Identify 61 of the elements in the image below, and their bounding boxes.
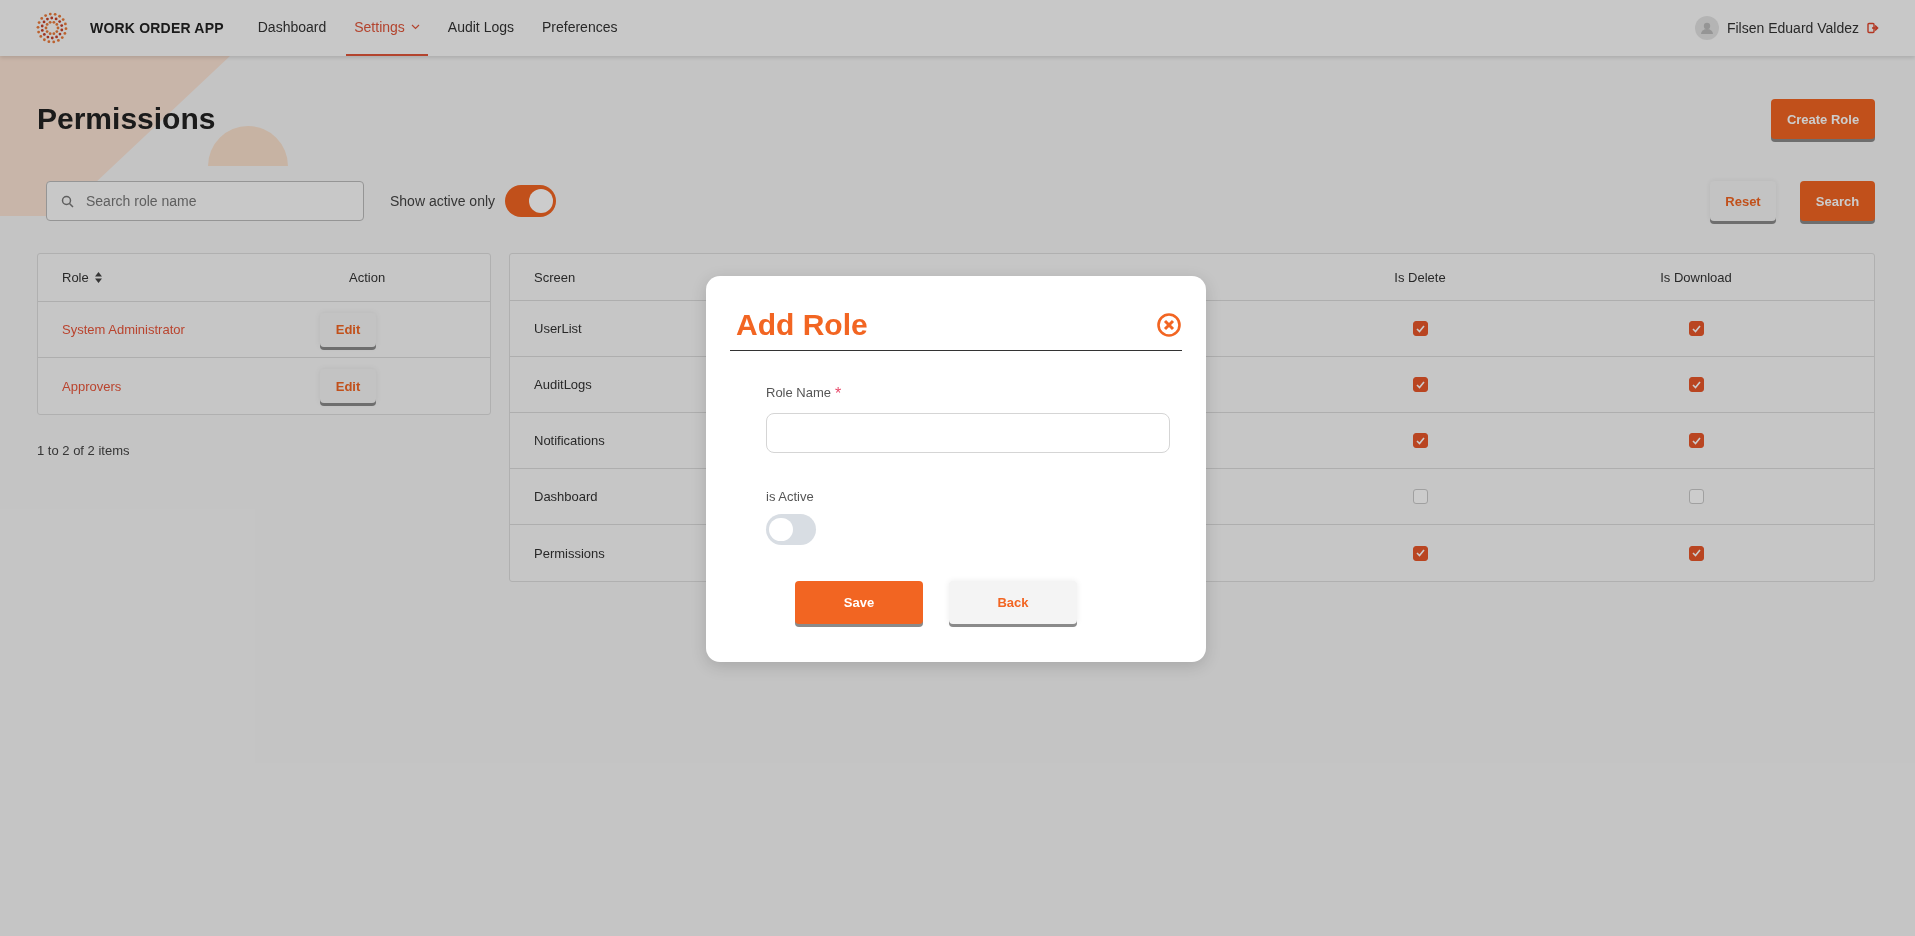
- table-cell: Notifications: [534, 433, 605, 448]
- nav-tab[interactable]: Settings: [346, 0, 428, 56]
- checkbox[interactable]: [1412, 321, 1428, 336]
- column-header: Is Download: [1659, 269, 1733, 285]
- search-input[interactable]: Search role name: [84, 192, 349, 210]
- field-label: is Active: [766, 489, 815, 504]
- user-name: Filsen Eduard Valdez: [1726, 20, 1859, 36]
- check-icon: [1415, 324, 1425, 333]
- column-header[interactable]: Role: [38, 270, 325, 285]
- search-icon: [61, 194, 74, 208]
- close-button[interactable]: [1156, 312, 1182, 338]
- role-link[interactable]: Approvers: [62, 378, 122, 394]
- required-mark: *: [835, 385, 842, 403]
- reset-button[interactable]: Reset: [1710, 181, 1776, 221]
- app-title: WORK ORDER APP: [90, 20, 224, 36]
- field-label: Role Name: [766, 385, 832, 402]
- pagination-summary: 1 to 2 of 2 items: [37, 443, 131, 458]
- checkbox[interactable]: [1688, 321, 1704, 336]
- logout-icon[interactable]: [1867, 22, 1879, 34]
- checkbox[interactable]: [1688, 489, 1704, 504]
- check-icon: [1691, 436, 1701, 445]
- table-cell: UserList: [534, 321, 582, 336]
- role-name-input[interactable]: [766, 413, 1170, 453]
- create-role-button[interactable]: Create Role: [1771, 99, 1875, 139]
- toggle-label: Show active only: [390, 193, 496, 209]
- role-link[interactable]: System Administrator: [62, 322, 185, 337]
- checkbox[interactable]: [1688, 545, 1704, 561]
- search-field[interactable]: Search role name: [46, 181, 364, 221]
- avatar-icon[interactable]: [1694, 16, 1719, 40]
- active-toggle[interactable]: [505, 185, 557, 217]
- logo-icon: [36, 12, 68, 44]
- checkbox[interactable]: [1412, 433, 1428, 448]
- edit-button[interactable]: Edit: [320, 312, 376, 347]
- save-button[interactable]: Save: [795, 581, 923, 624]
- edit-button[interactable]: Edit: [320, 369, 376, 403]
- dialog-title: Add Role: [736, 308, 868, 342]
- check-icon: [1691, 549, 1701, 557]
- checkbox[interactable]: [1412, 377, 1428, 392]
- search-button[interactable]: Search: [1800, 181, 1875, 221]
- back-button[interactable]: Back: [949, 581, 1077, 624]
- sort-icon: [94, 272, 102, 283]
- column-header: Screen: [533, 269, 577, 285]
- checkbox[interactable]: [1412, 545, 1428, 561]
- check-icon: [1691, 324, 1701, 333]
- check-icon: [1415, 380, 1425, 389]
- nav-tab[interactable]: Preferences: [534, 0, 626, 56]
- checkbox[interactable]: [1688, 433, 1704, 448]
- check-icon: [1691, 380, 1701, 389]
- active-toggle[interactable]: [766, 514, 816, 545]
- column-header: Action: [348, 270, 387, 285]
- table-cell: Permissions: [534, 545, 605, 561]
- page-title: Permissions: [37, 102, 216, 136]
- column-header: Is Delete: [1393, 269, 1447, 285]
- checkbox[interactable]: [1688, 377, 1704, 392]
- checkbox[interactable]: [1412, 489, 1428, 504]
- table-cell: Dashboard: [534, 489, 598, 504]
- check-icon: [1415, 549, 1425, 557]
- nav-tab[interactable]: Dashboard: [249, 0, 335, 56]
- table-cell: AuditLogs: [534, 377, 592, 392]
- nav-tab[interactable]: Audit Logs: [439, 0, 522, 56]
- check-icon: [1415, 436, 1425, 445]
